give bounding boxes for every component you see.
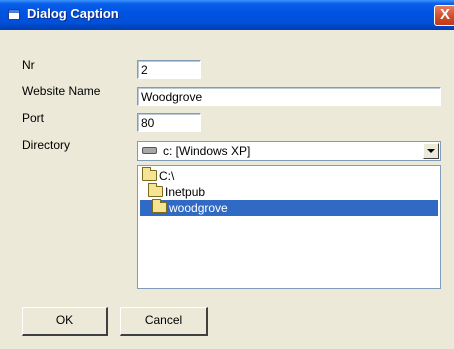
directory-item-woodgrove[interactable]: woodgrove [140,199,438,216]
website-name-input[interactable]: Woodgrove [137,87,441,106]
dropdown-button[interactable] [423,143,439,159]
directory-item-label: C:\ [159,169,175,183]
port-input[interactable]: 80 [137,113,201,132]
title-bar[interactable]: Dialog Caption X [0,0,454,30]
directory-item-label: Inetpub [165,185,206,199]
open-folder-icon [148,183,163,197]
dialog-window: Dialog Caption X Nr 2 Website Name Woodg… [0,0,454,349]
open-folder-icon [142,167,157,181]
port-label: Port [22,111,45,125]
window-icon [8,9,20,20]
chevron-down-icon [427,149,435,153]
close-button[interactable]: X [434,5,454,26]
drive-select[interactable]: c: [Windows XP] [137,141,441,161]
website-name-label: Website Name [22,84,101,98]
directory-item-c[interactable]: C:\ [140,167,260,184]
directory-list[interactable]: C:\ Inetpub woodgrove [137,165,441,289]
cancel-button[interactable]: Cancel [120,307,208,336]
directory-label: Directory [22,138,71,152]
nr-label: Nr [22,58,35,72]
directory-item-label: woodgrove [169,201,228,215]
ok-button[interactable]: OK [22,307,108,336]
drive-select-value: c: [Windows XP] [163,144,251,158]
hard-drive-icon [142,147,157,154]
directory-item-inetpub[interactable]: Inetpub [146,183,266,200]
nr-input[interactable]: 2 [137,60,201,79]
open-folder-icon [152,199,167,213]
window-title: Dialog Caption [27,6,119,21]
